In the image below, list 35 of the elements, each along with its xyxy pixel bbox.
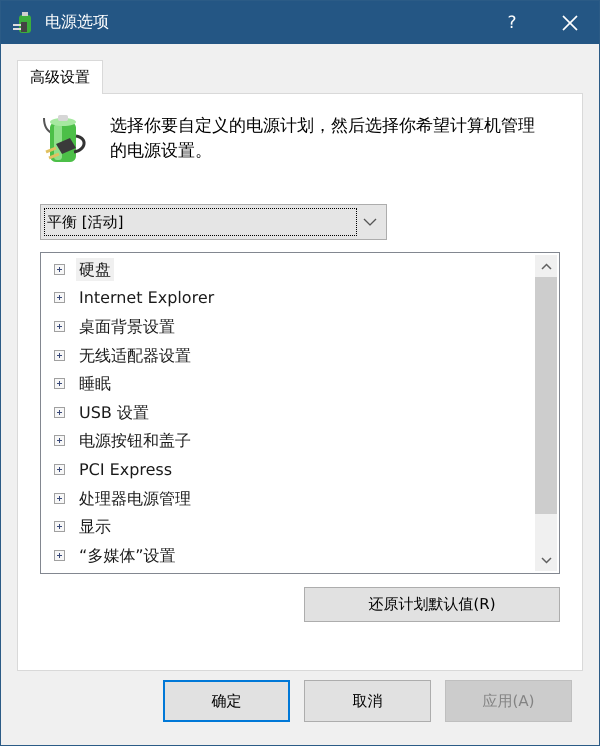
expand-icon[interactable] xyxy=(54,406,65,418)
scroll-up-icon[interactable] xyxy=(540,262,552,270)
scroll-down-icon[interactable] xyxy=(540,556,552,564)
expand-icon[interactable] xyxy=(54,435,65,446)
tree-item[interactable]: USB 设置 xyxy=(76,400,152,424)
expand-icon[interactable] xyxy=(54,292,65,304)
expand-icon[interactable] xyxy=(54,264,65,275)
expand-icon[interactable] xyxy=(54,550,65,561)
tree-item[interactable]: 处理器电源管理 xyxy=(76,486,194,510)
tree-item[interactable]: “多媒体”设置 xyxy=(76,544,179,567)
expand-icon[interactable] xyxy=(54,378,65,390)
description-text: 选择你要自定义的电源计划，然后选择你希望计算机管理的电源设置。 xyxy=(110,115,536,163)
chevron-down-icon xyxy=(363,218,377,226)
plan-dropdown[interactable]: 平衡 [活动] xyxy=(40,204,387,240)
scrollbar[interactable] xyxy=(535,255,557,571)
tree-item[interactable]: 无线适配器设置 xyxy=(76,344,194,367)
tab[interactable]: 高级设置 xyxy=(17,60,103,94)
expand-icon[interactable] xyxy=(54,521,65,532)
expand-icon[interactable] xyxy=(54,464,65,475)
tree-item[interactable]: 电源按钮和盖子 xyxy=(76,429,194,452)
tree-item[interactable]: Internet Explorer xyxy=(76,286,218,310)
tree-item[interactable]: PCI Express xyxy=(76,458,176,481)
dialog-button[interactable]: 确定 xyxy=(163,680,290,722)
tree-item[interactable]: 睡眠 xyxy=(76,372,114,396)
expand-icon[interactable] xyxy=(54,320,65,332)
window-title: 电源选项 xyxy=(45,12,110,33)
tree-item[interactable]: 显示 xyxy=(76,515,114,538)
tree-item[interactable]: 桌面背景设置 xyxy=(76,314,178,338)
dialog-button[interactable]: 取消 xyxy=(304,680,431,722)
help-button[interactable]: ? xyxy=(483,1,541,44)
expand-icon[interactable] xyxy=(54,492,65,504)
tree-item[interactable]: 硬盘 xyxy=(76,258,114,281)
restore-defaults-button[interactable]: 还原计划默认值(R) xyxy=(304,587,560,622)
close-icon xyxy=(562,14,578,30)
expand-icon[interactable] xyxy=(54,350,65,361)
